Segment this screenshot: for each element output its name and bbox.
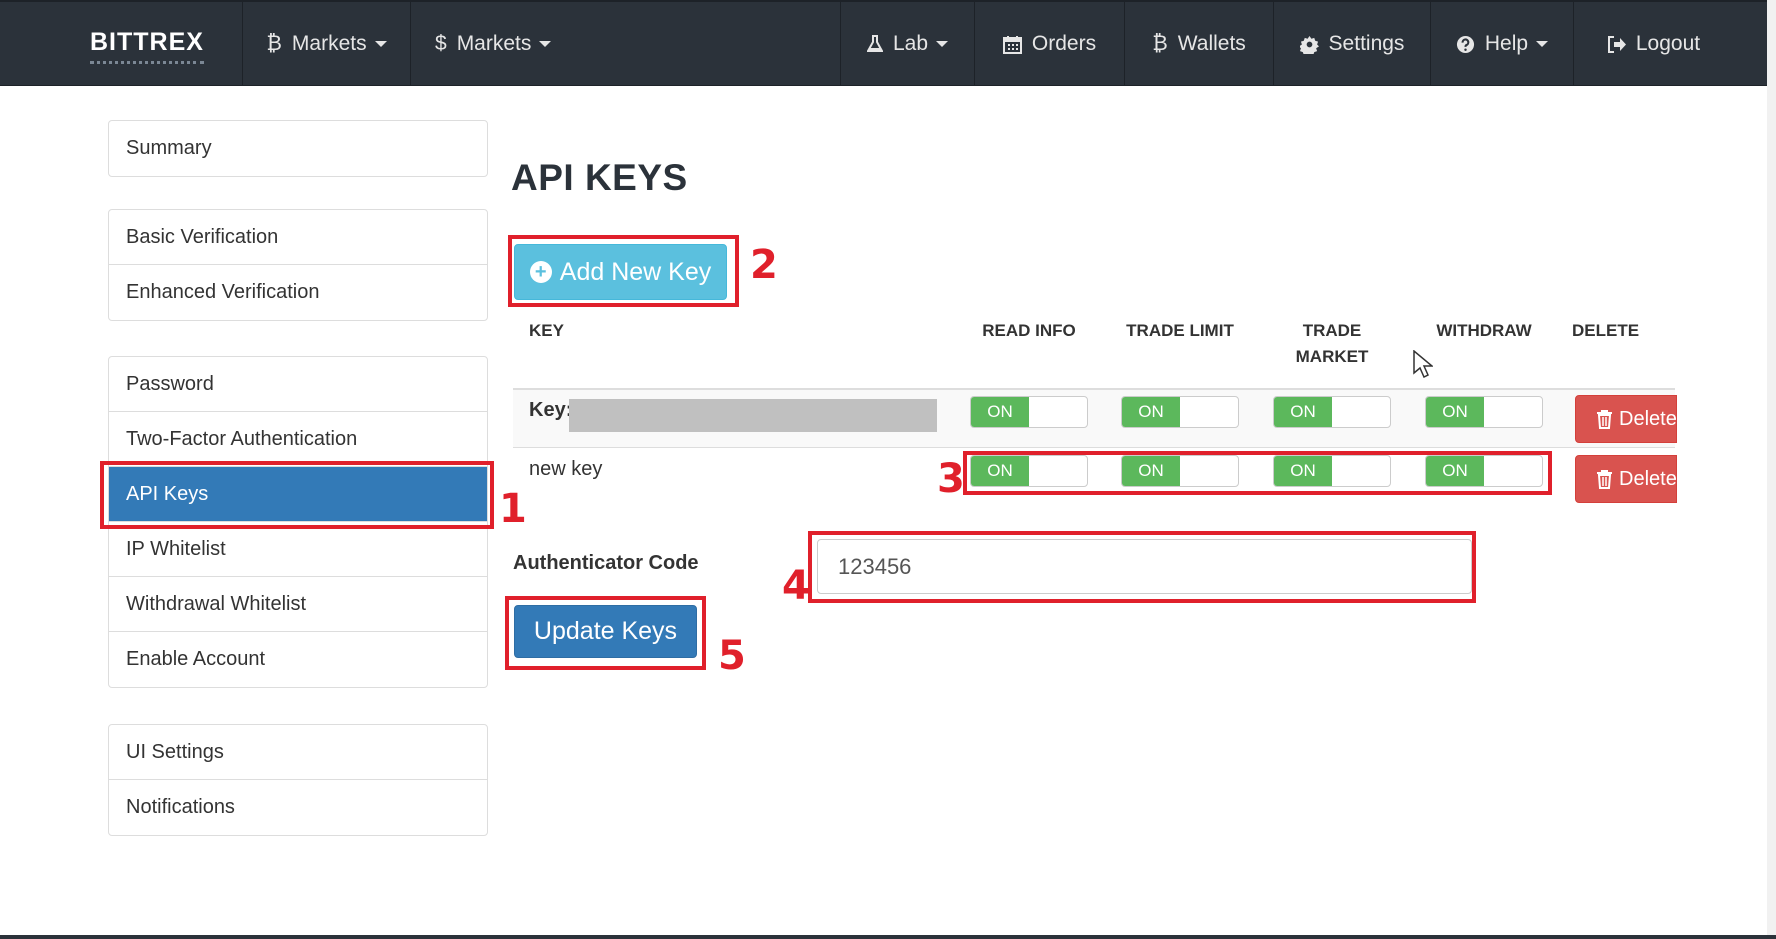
annotation-box [100, 461, 494, 529]
caret-down-icon [936, 41, 949, 47]
nav-label: Help [1484, 32, 1529, 55]
sidebar-item-password[interactable]: Password [109, 357, 487, 412]
gear-icon [1299, 35, 1319, 54]
col-header-read-info: READ INFO [982, 321, 1076, 340]
sidebar-item-notifications[interactable]: Notifications [109, 780, 487, 835]
key-name: new key [529, 458, 603, 480]
sidebar-item-ip-whitelist[interactable]: IP Whitelist [109, 522, 487, 577]
sidebar-item-ui-settings[interactable]: UI Settings [109, 725, 487, 780]
top-navbar: BITTREX ₿ Markets $ Markets Lab Orders ₿… [0, 0, 1776, 86]
nav-label: Orders [1031, 32, 1097, 55]
annotation-box [508, 235, 739, 307]
nav-help[interactable]: Help [1430, 2, 1573, 86]
toggle-read-info[interactable]: ON [970, 396, 1088, 428]
key-label: Key: [529, 399, 573, 421]
bitcoin-icon: ₿ [266, 32, 282, 55]
sidebar-item-withdrawal-whitelist[interactable]: Withdrawal Whitelist [109, 577, 487, 632]
bitcoin-icon: ₿ [1152, 32, 1168, 55]
sign-out-icon [1607, 35, 1626, 53]
nav-label: Lab [892, 32, 929, 55]
annotation-box [963, 451, 1552, 495]
toggle-trade-limit[interactable]: ON [1121, 396, 1239, 428]
brand-logo[interactable]: BITTREX [90, 28, 204, 64]
col-header-delete: DELETE [1572, 321, 1640, 340]
nav-label: Wallets [1177, 32, 1246, 55]
delete-key-button[interactable]: Delete [1575, 395, 1677, 443]
sidebar-item-enhanced-verification[interactable]: Enhanced Verification [109, 265, 487, 320]
caret-down-icon [539, 41, 552, 47]
toggle-trade-market[interactable]: ON [1273, 396, 1391, 428]
nav-label: Logout [1635, 32, 1701, 55]
bottom-border [0, 935, 1776, 939]
annotation-number: 1 [499, 486, 527, 532]
calendar-icon [1002, 35, 1022, 54]
annotation-number: 2 [750, 242, 778, 288]
col-header-trade-market: TRADE MARKET [1295, 321, 1369, 366]
page-title: API KEYS [511, 157, 688, 198]
nav-wallets[interactable]: ₿ Wallets [1124, 2, 1273, 86]
col-header-withdraw: WITHDRAW [1436, 321, 1532, 340]
sidebar-item-enable-account[interactable]: Enable Account [109, 632, 487, 687]
sidebar-item-basic-verification[interactable]: Basic Verification [109, 210, 487, 265]
nav-btc-markets[interactable]: ₿ Markets [242, 2, 410, 86]
nav-lab[interactable]: Lab [840, 2, 974, 86]
caret-down-icon [374, 41, 387, 47]
annotation-number: 4 [782, 563, 810, 609]
sidebar-item-summary[interactable]: Summary [109, 121, 487, 176]
mouse-cursor-icon [1413, 349, 1435, 383]
nav-settings[interactable]: Settings [1273, 2, 1430, 86]
annotation-box [505, 596, 706, 670]
annotation-box [808, 531, 1476, 603]
nav-orders[interactable]: Orders [974, 2, 1124, 86]
trash-icon [1596, 409, 1613, 429]
toggle-withdraw[interactable]: ON [1425, 396, 1543, 428]
col-header-trade-limit: TRADE LIMIT [1126, 321, 1234, 340]
page-scrollbar[interactable] [1767, 0, 1776, 939]
question-circle-icon [1456, 35, 1475, 54]
sidebar-item-two-factor[interactable]: Two-Factor Authentication [109, 412, 487, 467]
nav-logout[interactable]: Logout [1573, 2, 1733, 86]
redacted-key-value [569, 399, 937, 432]
dollar-icon: $ [435, 32, 447, 55]
flask-icon [866, 35, 883, 53]
annotation-number: 3 [937, 456, 965, 502]
caret-down-icon [1536, 41, 1549, 47]
trash-icon [1596, 469, 1613, 489]
nav-label: Settings [1328, 32, 1405, 55]
sidebar-group-verification: Basic Verification Enhanced Verification [108, 209, 488, 321]
sidebar-group-preferences: UI Settings Notifications [108, 724, 488, 836]
sidebar-group-summary: Summary [108, 120, 488, 177]
col-header-key: KEY [529, 321, 564, 340]
authenticator-code-label: Authenticator Code [513, 552, 699, 574]
annotation-number: 5 [718, 633, 746, 679]
nav-usd-markets[interactable]: $ Markets [410, 2, 840, 86]
delete-key-button[interactable]: Delete [1575, 455, 1677, 503]
nav-label: Markets [291, 32, 367, 55]
nav-label: Markets [456, 32, 532, 55]
